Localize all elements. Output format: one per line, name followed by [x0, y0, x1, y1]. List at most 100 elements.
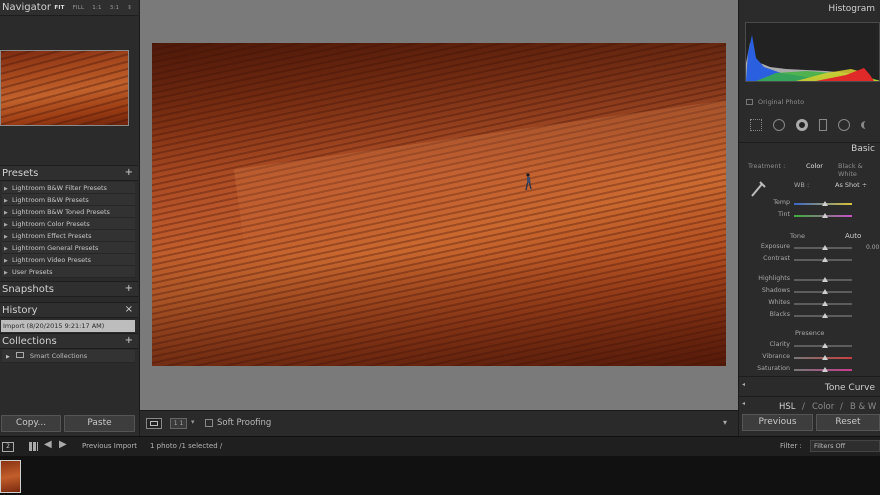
- hsl-header[interactable]: ◂ HSL / Color / B & W: [739, 396, 880, 412]
- grid-icon[interactable]: [29, 442, 38, 451]
- treatment-label: Treatment :: [748, 162, 786, 170]
- original-photo-label: Original Photo: [758, 98, 805, 106]
- folder-icon: [15, 352, 24, 358]
- wb-label: WB :: [794, 181, 810, 189]
- navigator-preview[interactable]: [0, 50, 129, 126]
- copy-button[interactable]: Copy...: [1, 415, 61, 432]
- slider-label: Tint: [778, 211, 790, 218]
- navigator-title: Navigator: [2, 2, 51, 13]
- slider-knob[interactable]: [822, 201, 828, 206]
- radial-filter-icon[interactable]: [838, 119, 850, 131]
- history-header[interactable]: History ×: [0, 302, 138, 318]
- filter-dropdown[interactable]: Filters Off: [810, 440, 880, 452]
- preset-folder[interactable]: ▶ Lightroom B&W Filter Presets: [2, 182, 135, 194]
- panel-triangle-icon: ◂: [742, 381, 746, 388]
- add-preset-icon[interactable]: +: [125, 167, 133, 178]
- red-eye-icon[interactable]: [796, 119, 808, 131]
- exposure-value[interactable]: 0.00: [866, 244, 879, 251]
- slider-label: Shadows: [761, 287, 790, 294]
- slider-label: Temp: [773, 199, 790, 206]
- treatment-color[interactable]: Color: [806, 162, 823, 170]
- add-collection-icon[interactable]: +: [125, 335, 133, 346]
- slider-knob[interactable]: [822, 301, 828, 306]
- expand-triangle-icon: ▶: [4, 270, 8, 276]
- slider-knob[interactable]: [822, 367, 828, 372]
- histogram-curve: [746, 35, 879, 81]
- tone-curve-header[interactable]: ◂ Tone Curve: [739, 376, 880, 393]
- slider-knob[interactable]: [822, 289, 828, 294]
- filmstrip-thumbnail[interactable]: [0, 460, 21, 493]
- navigator-header[interactable]: Navigator FIT FILL 1:1 3:1 ⇕: [0, 0, 138, 16]
- preset-folder[interactable]: ▶ Lightroom B&W Toned Presets: [2, 206, 135, 218]
- crop-tool-icon[interactable]: [750, 119, 762, 131]
- spot-removal-icon[interactable]: [773, 119, 785, 131]
- presets-header[interactable]: Presets +: [0, 165, 138, 181]
- collections-header[interactable]: Collections +: [0, 333, 138, 349]
- white-balance-picker-icon[interactable]: [750, 178, 768, 198]
- forward-arrow-icon[interactable]: ▶: [59, 439, 67, 450]
- source-label[interactable]: Previous Import: [82, 442, 137, 450]
- toolbar-content-dropdown-icon[interactable]: ▾: [723, 418, 727, 427]
- snapshots-title: Snapshots: [2, 284, 54, 295]
- tone-curve-title: Tone Curve: [824, 383, 875, 393]
- zoom-fill[interactable]: FILL: [73, 5, 85, 11]
- wb-dropdown[interactable]: As Shot ÷: [835, 181, 867, 189]
- snapshots-header[interactable]: Snapshots +: [0, 281, 138, 297]
- tool-strip: [746, 116, 880, 136]
- preset-folder[interactable]: ▶ Lightroom General Presets: [2, 242, 135, 254]
- graduated-filter-icon[interactable]: [819, 119, 827, 131]
- previous-button[interactable]: Previous: [742, 414, 813, 431]
- slider-knob[interactable]: [822, 277, 828, 282]
- treatment-bw[interactable]: Black & White: [838, 162, 880, 178]
- selection-count: 1 photo /1 selected /: [150, 442, 223, 450]
- filter-label: Filter :: [780, 442, 802, 450]
- preset-folder[interactable]: ▶ Lightroom Color Presets: [2, 218, 135, 230]
- slider-knob[interactable]: [822, 213, 828, 218]
- loupe-view-icon[interactable]: [146, 418, 162, 429]
- slider-label: Contrast: [763, 255, 790, 262]
- toolbar: 1 1 ▾ Soft Proofing ▾: [140, 410, 738, 436]
- soft-proofing-checkbox[interactable]: [205, 419, 213, 427]
- tab-hsl[interactable]: HSL: [779, 402, 796, 412]
- preset-folder[interactable]: ▶ Lightroom Video Presets: [2, 254, 135, 266]
- paste-button[interactable]: Paste: [64, 415, 135, 432]
- slider-knob[interactable]: [822, 355, 828, 360]
- histogram-graph[interactable]: [745, 22, 880, 82]
- auto-tone-button[interactable]: Auto: [845, 232, 861, 240]
- slider-knob[interactable]: [822, 257, 828, 262]
- panel-triangle-icon: ◂: [742, 400, 746, 407]
- soft-proofing-label: Soft Proofing: [217, 418, 272, 428]
- adjustment-brush-icon[interactable]: [861, 121, 871, 129]
- reset-button[interactable]: Reset: [816, 414, 880, 431]
- presets-title: Presets: [2, 168, 39, 179]
- slider-knob[interactable]: [822, 245, 828, 250]
- preset-folder[interactable]: ▶ Lightroom B&W Presets: [2, 194, 135, 206]
- main-photo[interactable]: [152, 43, 726, 366]
- original-photo-checkbox[interactable]: [746, 99, 753, 105]
- zoom-fit[interactable]: FIT: [54, 5, 64, 11]
- slider-label: Highlights: [758, 275, 790, 282]
- slider-knob[interactable]: [822, 313, 828, 318]
- clear-history-icon[interactable]: ×: [125, 304, 133, 315]
- secondary-monitor-icon[interactable]: 2: [2, 442, 14, 452]
- tab-color[interactable]: Color: [812, 402, 834, 412]
- before-after-dropdown-icon[interactable]: ▾: [191, 418, 195, 426]
- histogram-title[interactable]: Histogram: [739, 4, 880, 14]
- before-after-icon[interactable]: 1 1: [170, 418, 187, 429]
- preset-folder[interactable]: ▶ User Presets: [2, 266, 135, 278]
- slider-label: Exposure: [760, 243, 790, 250]
- smart-collections-folder[interactable]: ▶ Smart Collections: [2, 350, 135, 363]
- basic-panel-header[interactable]: Basic: [739, 142, 880, 158]
- slider-label: Vibrance: [762, 353, 790, 360]
- add-snapshot-icon[interactable]: +: [125, 283, 133, 294]
- preset-folder[interactable]: ▶ Lightroom Effect Presets: [2, 230, 135, 242]
- history-step[interactable]: Import (8/20/2015 9:21:17 AM): [1, 320, 135, 332]
- zoom-more[interactable]: ⇕: [127, 5, 132, 11]
- zoom-1-1[interactable]: 1:1: [92, 5, 101, 11]
- back-arrow-icon[interactable]: ◀: [44, 439, 52, 450]
- slider-knob[interactable]: [822, 343, 828, 348]
- zoom-3-1[interactable]: 3:1: [110, 5, 119, 11]
- history-title: History: [2, 305, 38, 316]
- expand-triangle-icon: ▶: [6, 354, 10, 360]
- tab-bw[interactable]: B & W: [850, 402, 876, 412]
